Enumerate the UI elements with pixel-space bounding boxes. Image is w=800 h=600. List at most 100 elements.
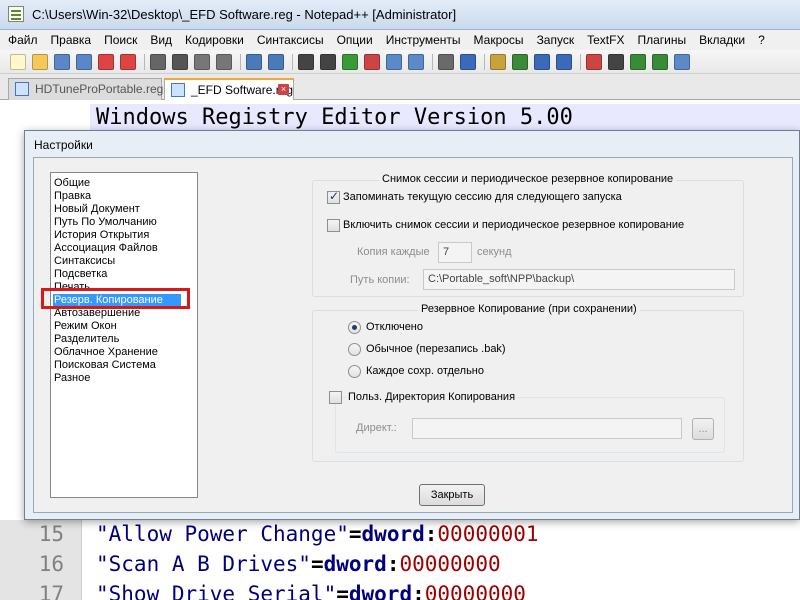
record-macro-icon[interactable] xyxy=(586,54,602,70)
indent-guide-icon[interactable] xyxy=(490,54,506,70)
category-item[interactable]: Поисковая Система xyxy=(53,359,156,372)
copy-interval-input[interactable]: 7 xyxy=(438,242,472,263)
copy-every-label: Копия каждые xyxy=(357,246,430,258)
menu-bar: Файл Правка Поиск Вид Кодировки Синтаксисы Опц… xyxy=(0,30,800,50)
reg-key: "Allow Power Change" xyxy=(96,522,349,546)
category-item[interactable]: История Открытия xyxy=(53,229,149,242)
code-line-1: Windows Registry Editor Version 5.00 xyxy=(96,105,573,130)
line-number: 15 xyxy=(38,522,64,546)
enable-snapshot-label: Включить снимок сессии и периодическое р… xyxy=(343,219,685,231)
backup-verbose-radio[interactable] xyxy=(348,365,361,378)
directory-label: Директ.: xyxy=(356,422,397,434)
category-item[interactable]: Ассоциация Файлов xyxy=(53,242,158,255)
remember-session-checkbox[interactable] xyxy=(327,189,340,204)
reg-operator: = xyxy=(348,522,362,546)
category-item[interactable]: Новый Документ xyxy=(53,203,140,216)
close-all-icon[interactable] xyxy=(120,54,136,70)
menu-item[interactable]: Плагины xyxy=(637,33,686,47)
tab-hdtune[interactable]: HDTuneProPortable.reg xyxy=(8,78,163,100)
custom-dir-label: Польз. Директория Копирования xyxy=(346,391,518,403)
new-file-icon[interactable] xyxy=(10,54,26,70)
dialog-title: Настройки xyxy=(34,138,93,152)
menu-item[interactable]: Поиск xyxy=(104,33,137,47)
category-item[interactable]: Путь По Умолчанию xyxy=(53,216,157,229)
doc-map-icon[interactable] xyxy=(512,54,528,70)
menu-item[interactable]: Правка xyxy=(51,33,92,47)
toolbar-separator xyxy=(144,54,145,70)
copy-icon[interactable] xyxy=(194,54,210,70)
code-line: 16 "Scan A B Drives"=dword:00000000 xyxy=(0,552,800,582)
remember-session-label: Запоминать текущую сессию для следующего… xyxy=(343,191,622,203)
category-list[interactable]: Общие Правка Новый Документ Путь По Умолчан… xyxy=(50,172,198,498)
menu-item[interactable]: Вкладки xyxy=(699,33,745,47)
category-item[interactable]: Правка xyxy=(53,190,91,203)
save-icon[interactable] xyxy=(54,54,70,70)
folder-as-workspace-icon[interactable] xyxy=(556,54,572,70)
save-all-icon[interactable] xyxy=(76,54,92,70)
open-file-icon[interactable] xyxy=(32,54,48,70)
reg-type: dword xyxy=(361,522,425,546)
backup-path-label: Путь копии: xyxy=(350,274,410,286)
category-item[interactable]: Подсветка xyxy=(53,268,107,281)
save-macro-icon[interactable] xyxy=(674,54,690,70)
menu-item[interactable]: TextFX xyxy=(587,33,624,47)
paste-icon[interactable] xyxy=(216,54,232,70)
close-button[interactable]: Закрыть xyxy=(419,484,485,506)
seconds-label: секунд xyxy=(477,246,512,258)
zoom-in-icon[interactable] xyxy=(342,54,358,70)
custom-dir-group: Польз. Директория Копирования Директ.: .… xyxy=(329,391,725,453)
sync-v-icon[interactable] xyxy=(386,54,402,70)
toolbar-separator xyxy=(240,54,241,70)
sync-h-icon[interactable] xyxy=(408,54,424,70)
menu-item[interactable]: Инструменты xyxy=(386,33,461,47)
line-number: 16 xyxy=(38,552,64,576)
undo-icon[interactable] xyxy=(246,54,262,70)
tab-efd-software[interactable]: _EFD Software.reg × xyxy=(164,78,294,101)
run-macro-icon[interactable] xyxy=(652,54,668,70)
reg-colon: : xyxy=(386,552,400,576)
menu-item[interactable]: Опции xyxy=(337,33,373,47)
menu-item[interactable]: Вид xyxy=(150,33,172,47)
notepad-plus-plus-icon xyxy=(8,6,24,22)
backup-none-radio[interactable] xyxy=(348,321,361,334)
cut-icon[interactable] xyxy=(172,54,188,70)
zoom-out-icon[interactable] xyxy=(364,54,380,70)
dialog-body: Общие Правка Новый Документ Путь По Умолчан… xyxy=(33,157,793,513)
replace-icon[interactable] xyxy=(320,54,336,70)
category-item[interactable]: Разное xyxy=(53,372,90,385)
category-item[interactable]: Синтаксисы xyxy=(53,255,115,268)
directory-input[interactable] xyxy=(412,418,682,439)
reg-operator: = xyxy=(336,582,349,600)
find-icon[interactable] xyxy=(298,54,314,70)
close-icon[interactable] xyxy=(98,54,114,70)
custom-dir-checkbox[interactable] xyxy=(329,391,342,404)
annotation-highlight-box xyxy=(41,288,190,309)
menu-item[interactable]: Кодировки xyxy=(185,33,244,47)
redo-icon[interactable] xyxy=(268,54,284,70)
reg-key: "Show Drive Serial" xyxy=(96,582,337,600)
wrap-icon[interactable] xyxy=(438,54,454,70)
menu-item[interactable]: Синтаксисы xyxy=(257,33,324,47)
backup-none-label: Отключено xyxy=(366,321,423,333)
backup-path-input[interactable]: C:\Portable_soft\NPP\backup\ xyxy=(423,269,735,290)
menu-item[interactable]: Макросы xyxy=(474,33,524,47)
category-item[interactable]: Общие xyxy=(53,177,90,190)
play-macro-icon[interactable] xyxy=(630,54,646,70)
backup-simple-radio[interactable] xyxy=(348,343,361,356)
function-list-icon[interactable] xyxy=(534,54,550,70)
toolbar-separator xyxy=(580,54,581,70)
enable-snapshot-checkbox[interactable] xyxy=(327,219,340,232)
category-item[interactable]: Облачное Хранение xyxy=(53,346,158,359)
menu-item[interactable]: ? xyxy=(758,33,765,47)
menu-item[interactable]: Файл xyxy=(8,33,38,47)
backup-simple-label: Обычное (перезапись .bak) xyxy=(366,343,506,355)
browse-button[interactable]: ... xyxy=(692,418,714,440)
document-icon xyxy=(171,83,185,97)
stop-record-icon[interactable] xyxy=(608,54,624,70)
menu-item[interactable]: Запуск xyxy=(537,33,575,47)
print-icon[interactable] xyxy=(150,54,166,70)
tab-close-icon[interactable]: × xyxy=(278,84,289,95)
show-all-icon[interactable] xyxy=(460,54,476,70)
category-item[interactable]: Режим Окон xyxy=(53,320,117,333)
category-item[interactable]: Разделитель xyxy=(53,333,119,346)
